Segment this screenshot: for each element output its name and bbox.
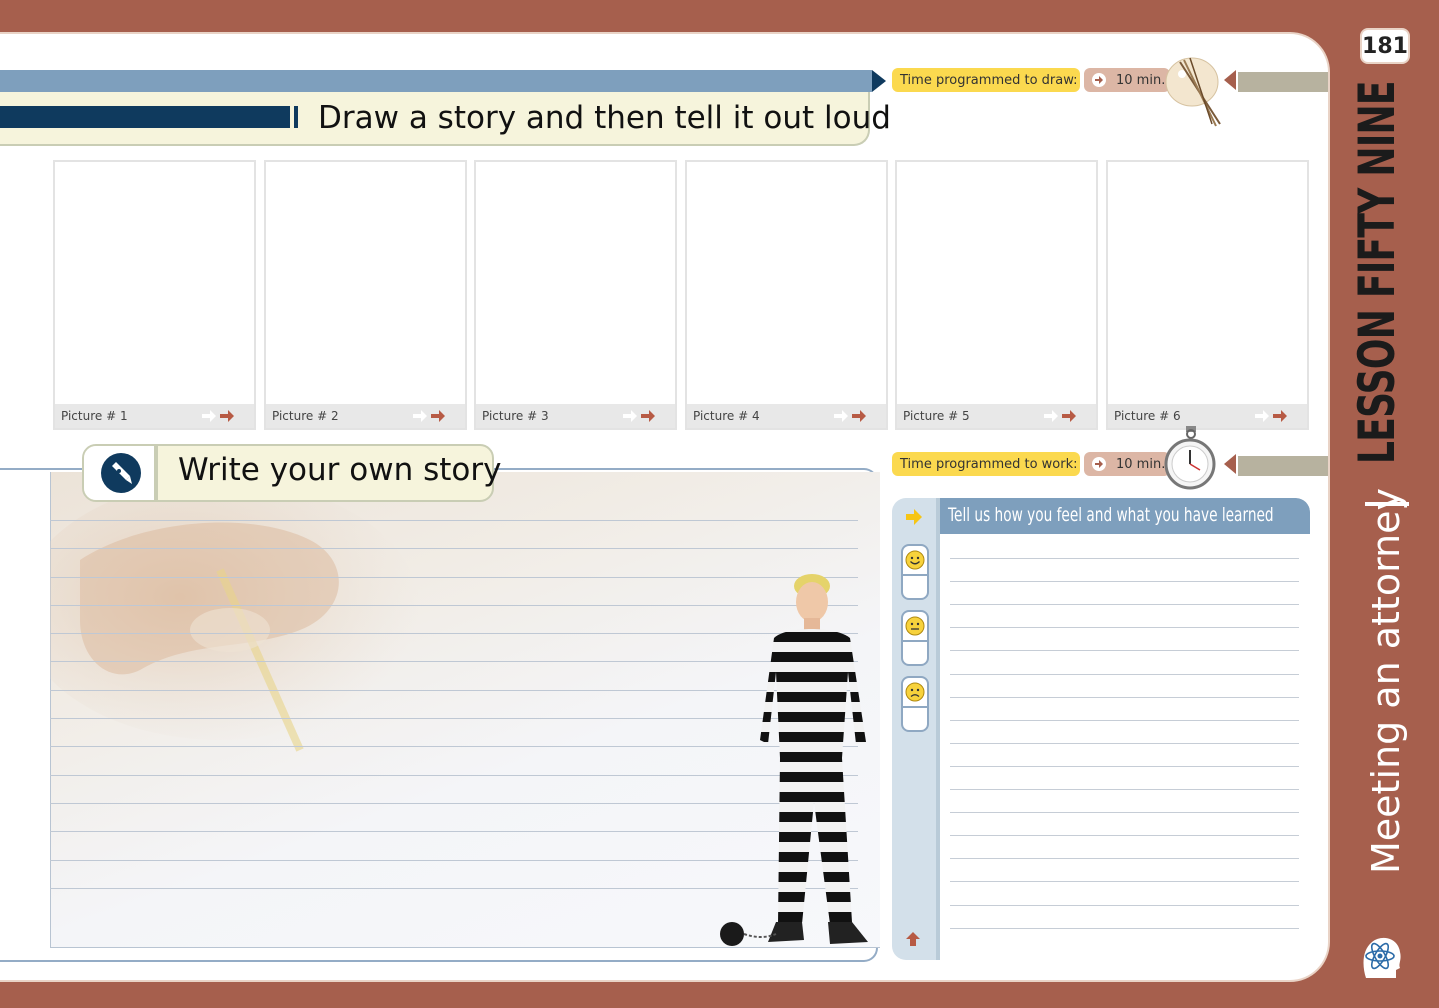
header-band-arrow [872, 70, 886, 92]
mood-box-divider [903, 706, 927, 708]
title-accent-tick [294, 106, 298, 128]
feelings-rule-line [950, 928, 1299, 929]
arrow-up-icon [906, 932, 920, 946]
pen-nib-icon [101, 453, 141, 493]
paint-palette-icon [1165, 57, 1221, 127]
work-time-tail-arrow [1224, 454, 1236, 474]
story-rule-line [50, 520, 858, 521]
double-arrow-icon [1255, 410, 1287, 422]
feelings-rule-line [950, 858, 1299, 859]
stopwatch-icon [1164, 426, 1216, 490]
double-arrow-icon [834, 410, 866, 422]
draw-time-tail-arrow [1224, 70, 1236, 90]
page-number: 181 [1360, 28, 1410, 64]
arrow-right-icon [1092, 457, 1106, 471]
sad-face-icon [905, 682, 925, 702]
feelings-divider [936, 498, 940, 960]
feelings-panel [892, 498, 1310, 960]
sad-mood-box[interactable] [901, 676, 929, 732]
atom-head-icon [1363, 937, 1401, 978]
writing-hand-image [50, 500, 420, 752]
story-section-title: Write your own story [178, 452, 502, 488]
double-arrow-icon [1044, 410, 1076, 422]
arrow-right-icon [1092, 73, 1106, 87]
prisoner-figure-image [720, 574, 868, 946]
picture-frame-1[interactable]: Picture # 1 [53, 160, 256, 430]
feelings-rule-line [950, 650, 1299, 651]
feelings-rule-line [950, 697, 1299, 698]
neutral-face-icon [905, 616, 925, 636]
work-time-tail [1238, 456, 1328, 476]
double-arrow-icon [623, 410, 655, 422]
feelings-rule-line [950, 720, 1299, 721]
picture-frame-4[interactable]: Picture # 4 [685, 160, 888, 430]
title-accent-bar [0, 106, 290, 128]
feelings-rule-line [950, 881, 1299, 882]
work-time-label: Time programmed to work: [892, 452, 1080, 476]
happy-face-icon [905, 550, 925, 570]
draw-time-label: Time programmed to draw: [892, 68, 1080, 92]
happy-mood-box[interactable] [901, 544, 929, 600]
draw-time-value: 10 min. [1084, 68, 1170, 92]
header-band [0, 70, 872, 92]
picture-frame-3[interactable]: Picture # 3 [474, 160, 677, 430]
draw-time-text: 10 min. [1116, 72, 1166, 88]
double-arrow-icon [413, 410, 445, 422]
work-time-value: 10 min. [1084, 452, 1170, 476]
double-arrow-icon [202, 410, 234, 422]
arrow-right-icon [906, 509, 922, 525]
feelings-rule-line [950, 766, 1299, 767]
mood-box-divider [903, 574, 927, 576]
neutral-mood-box[interactable] [901, 610, 929, 666]
page-title: Draw a story and then tell it out loud [318, 100, 891, 136]
mood-box-divider [903, 640, 927, 642]
feelings-rule-line [950, 835, 1299, 836]
feelings-rule-line [950, 812, 1299, 813]
feelings-rule-line [950, 581, 1299, 582]
feelings-rule-line [950, 905, 1299, 906]
feelings-rule-line [950, 743, 1299, 744]
feelings-rule-line [950, 627, 1299, 628]
work-time-text: 10 min. [1116, 456, 1166, 472]
feelings-rule-line [950, 674, 1299, 675]
feelings-rule-line [950, 789, 1299, 790]
story-rule-line [50, 548, 858, 549]
feelings-rule-line [950, 604, 1299, 605]
feelings-rule-line [950, 558, 1299, 559]
lesson-title: LESSON FIFTY NINE [1348, 81, 1406, 464]
draw-time-tail [1238, 72, 1328, 92]
picture-frame-5[interactable]: Picture # 5 [895, 160, 1098, 430]
picture-frame-6[interactable]: Picture # 6 [1106, 160, 1309, 430]
picture-frame-2[interactable]: Picture # 2 [264, 160, 467, 430]
lesson-subtitle: Meeting an attorney [1364, 488, 1408, 874]
feelings-title: Tell us how you feel and what you have l… [948, 504, 1274, 526]
